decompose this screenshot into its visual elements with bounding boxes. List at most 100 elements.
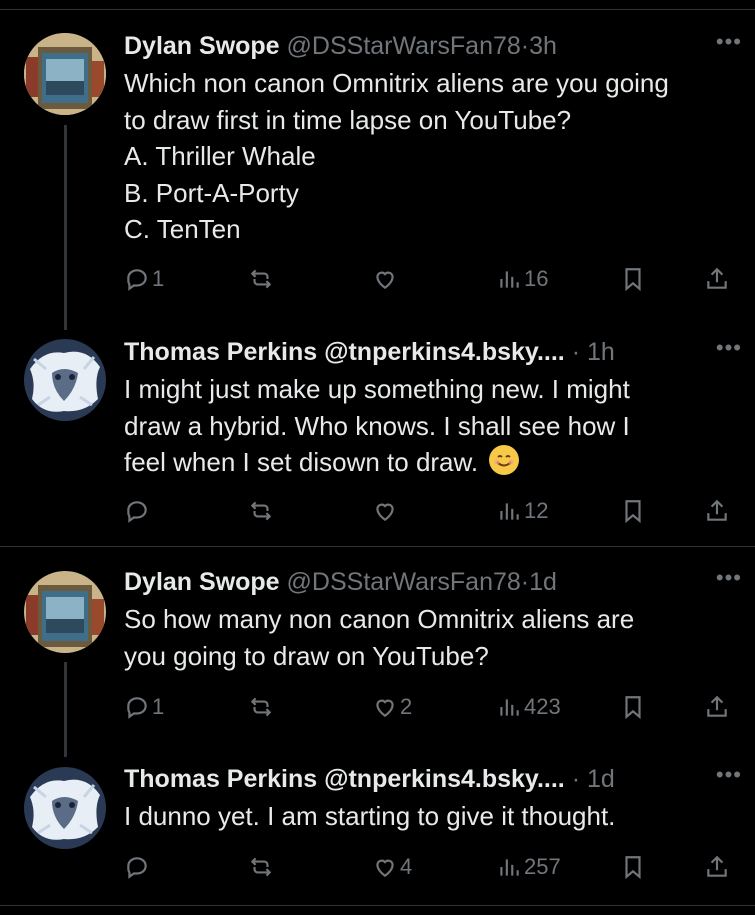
like-button[interactable]: 2 <box>372 692 412 722</box>
more-icon[interactable]: ••• <box>716 762 742 788</box>
reply-icon <box>127 269 147 291</box>
share-button[interactable] <box>704 852 730 882</box>
post-text-line: Which non canon Omnitrix aliens are you … <box>124 68 669 98</box>
post-text-line: I dunno yet. I am starting to give it th… <box>124 801 616 831</box>
views-button[interactable]: 423 <box>496 692 561 722</box>
reply-count: 1 <box>152 266 165 291</box>
author-name[interactable]: Thomas Perkins <box>124 338 317 366</box>
share-button[interactable] <box>704 264 730 294</box>
author-handle[interactable]: @DSStarWarsFan78 <box>287 568 521 596</box>
reply-icon <box>127 697 147 719</box>
bookmark-icon <box>625 500 641 524</box>
views-button[interactable]: 16 <box>496 264 548 294</box>
post-body: I dunno yet. I am starting to give it th… <box>124 798 734 835</box>
post-header: Thomas Perkins @tnperkins4.bsky.... · 1h <box>124 337 734 367</box>
views-count: 423 <box>524 694 561 719</box>
post-text-line: B. Port-A-Porty <box>124 177 299 208</box>
post-body: I might just make up something new. I mi… <box>124 371 734 481</box>
bookmark-button[interactable] <box>620 852 646 882</box>
like-icon <box>376 271 394 289</box>
views-count: 16 <box>524 266 549 291</box>
author-handle[interactable]: @tnperkins4.bsky.... <box>324 765 565 793</box>
views-icon <box>500 271 519 288</box>
reply-count: 1 <box>152 694 165 719</box>
reply-button[interactable]: 1 <box>124 264 164 294</box>
like-icon <box>376 699 394 717</box>
views-count: 12 <box>524 498 549 523</box>
share-icon <box>707 855 727 877</box>
separator-dot: · <box>571 338 581 366</box>
post[interactable]: Dylan Swope @DSStarWarsFan78·3h ••• Whic… <box>124 29 741 292</box>
like-count: 2 <box>400 694 413 719</box>
avatar-thomas[interactable] <box>24 339 106 421</box>
post-text-line: A. Thriller Whale <box>124 141 316 171</box>
share-button[interactable] <box>704 496 730 526</box>
like-icon <box>376 859 394 877</box>
repost-icon <box>250 857 272 877</box>
action-bar: 12 <box>124 496 734 526</box>
post-text-line: draw a hybrid. Who knows. I shall see ho… <box>124 410 630 441</box>
bookmark-button[interactable] <box>620 496 646 526</box>
action-bar: 1 16 <box>124 264 734 294</box>
share-icon <box>707 267 727 289</box>
like-button[interactable] <box>372 496 398 526</box>
separator-dot: · <box>520 568 530 596</box>
author-name[interactable]: Dylan Swope <box>124 32 280 60</box>
like-button[interactable] <box>372 264 400 294</box>
bookmark-icon <box>625 856 641 880</box>
reply-button[interactable]: 1 <box>124 692 164 722</box>
repost-icon <box>250 501 272 521</box>
post-text-line: to draw first in time lapse on YouTube? <box>124 104 572 135</box>
post-body: Which non canon Omnitrix aliens are you … <box>124 65 734 248</box>
post-header: Thomas Perkins @tnperkins4.bsky.... · 1d <box>124 764 734 794</box>
post-text-line: I might just make up something new. I mi… <box>124 374 630 404</box>
repost-icon <box>250 697 272 717</box>
action-bar: 1 2 423 <box>124 692 734 722</box>
post-text: feel when I set disown to draw. <box>124 447 479 477</box>
post-body: So how many non canon Omnitrix aliens ar… <box>124 601 734 674</box>
repost-button[interactable] <box>248 264 274 294</box>
share-button[interactable] <box>704 692 730 722</box>
author-handle[interactable]: @tnperkins4.bsky.... <box>324 338 565 366</box>
share-icon <box>707 695 727 717</box>
repost-button[interactable] <box>248 692 274 722</box>
avatar-dylan[interactable] <box>24 571 106 653</box>
views-button[interactable]: 12 <box>496 496 548 526</box>
more-icon[interactable]: ••• <box>716 335 742 361</box>
post[interactable]: Dylan Swope @DSStarWarsFan78·1d ••• So h… <box>124 565 741 720</box>
author-name[interactable]: Dylan Swope <box>124 568 280 596</box>
divider-top <box>0 9 755 10</box>
avatar-thomas[interactable] <box>24 767 106 849</box>
repost-button[interactable] <box>248 852 274 882</box>
views-count: 257 <box>524 854 561 879</box>
post-time[interactable]: 3h <box>529 32 557 60</box>
more-icon[interactable]: ••• <box>716 29 742 55</box>
views-icon <box>500 859 519 876</box>
post-header: Dylan Swope @DSStarWarsFan78·3h <box>124 31 734 61</box>
avatar-dylan[interactable] <box>24 33 106 115</box>
post[interactable]: Thomas Perkins @tnperkins4.bsky.... · 1h… <box>124 335 741 524</box>
thread-line <box>64 125 67 330</box>
like-icon <box>376 503 394 521</box>
views-button[interactable]: 257 <box>496 852 561 882</box>
post-header: Dylan Swope @DSStarWarsFan78·1d <box>124 567 734 597</box>
post-time[interactable]: 1d <box>587 765 615 793</box>
author-name[interactable]: Thomas Perkins <box>124 765 317 793</box>
repost-button[interactable] <box>248 496 274 526</box>
post[interactable]: Thomas Perkins @tnperkins4.bsky.... · 1d… <box>124 762 741 880</box>
post-time[interactable]: 1h <box>587 338 615 366</box>
bookmark-button[interactable] <box>620 692 646 722</box>
reply-button[interactable] <box>124 852 150 882</box>
bookmark-icon <box>625 696 641 720</box>
bookmark-button[interactable] <box>620 264 646 294</box>
reply-button[interactable] <box>124 496 150 526</box>
post-time[interactable]: 1d <box>529 568 557 596</box>
separator-dot: · <box>520 32 530 60</box>
smiling-face-icon <box>489 445 520 475</box>
post-text-line: C. TenTen <box>124 214 241 244</box>
divider-bottom <box>0 905 755 906</box>
like-button[interactable]: 4 <box>372 852 412 882</box>
more-icon[interactable]: ••• <box>716 565 742 591</box>
author-handle[interactable]: @DSStarWarsFan78 <box>287 32 521 60</box>
post-text-line: So how many non canon Omnitrix aliens ar… <box>124 604 635 634</box>
